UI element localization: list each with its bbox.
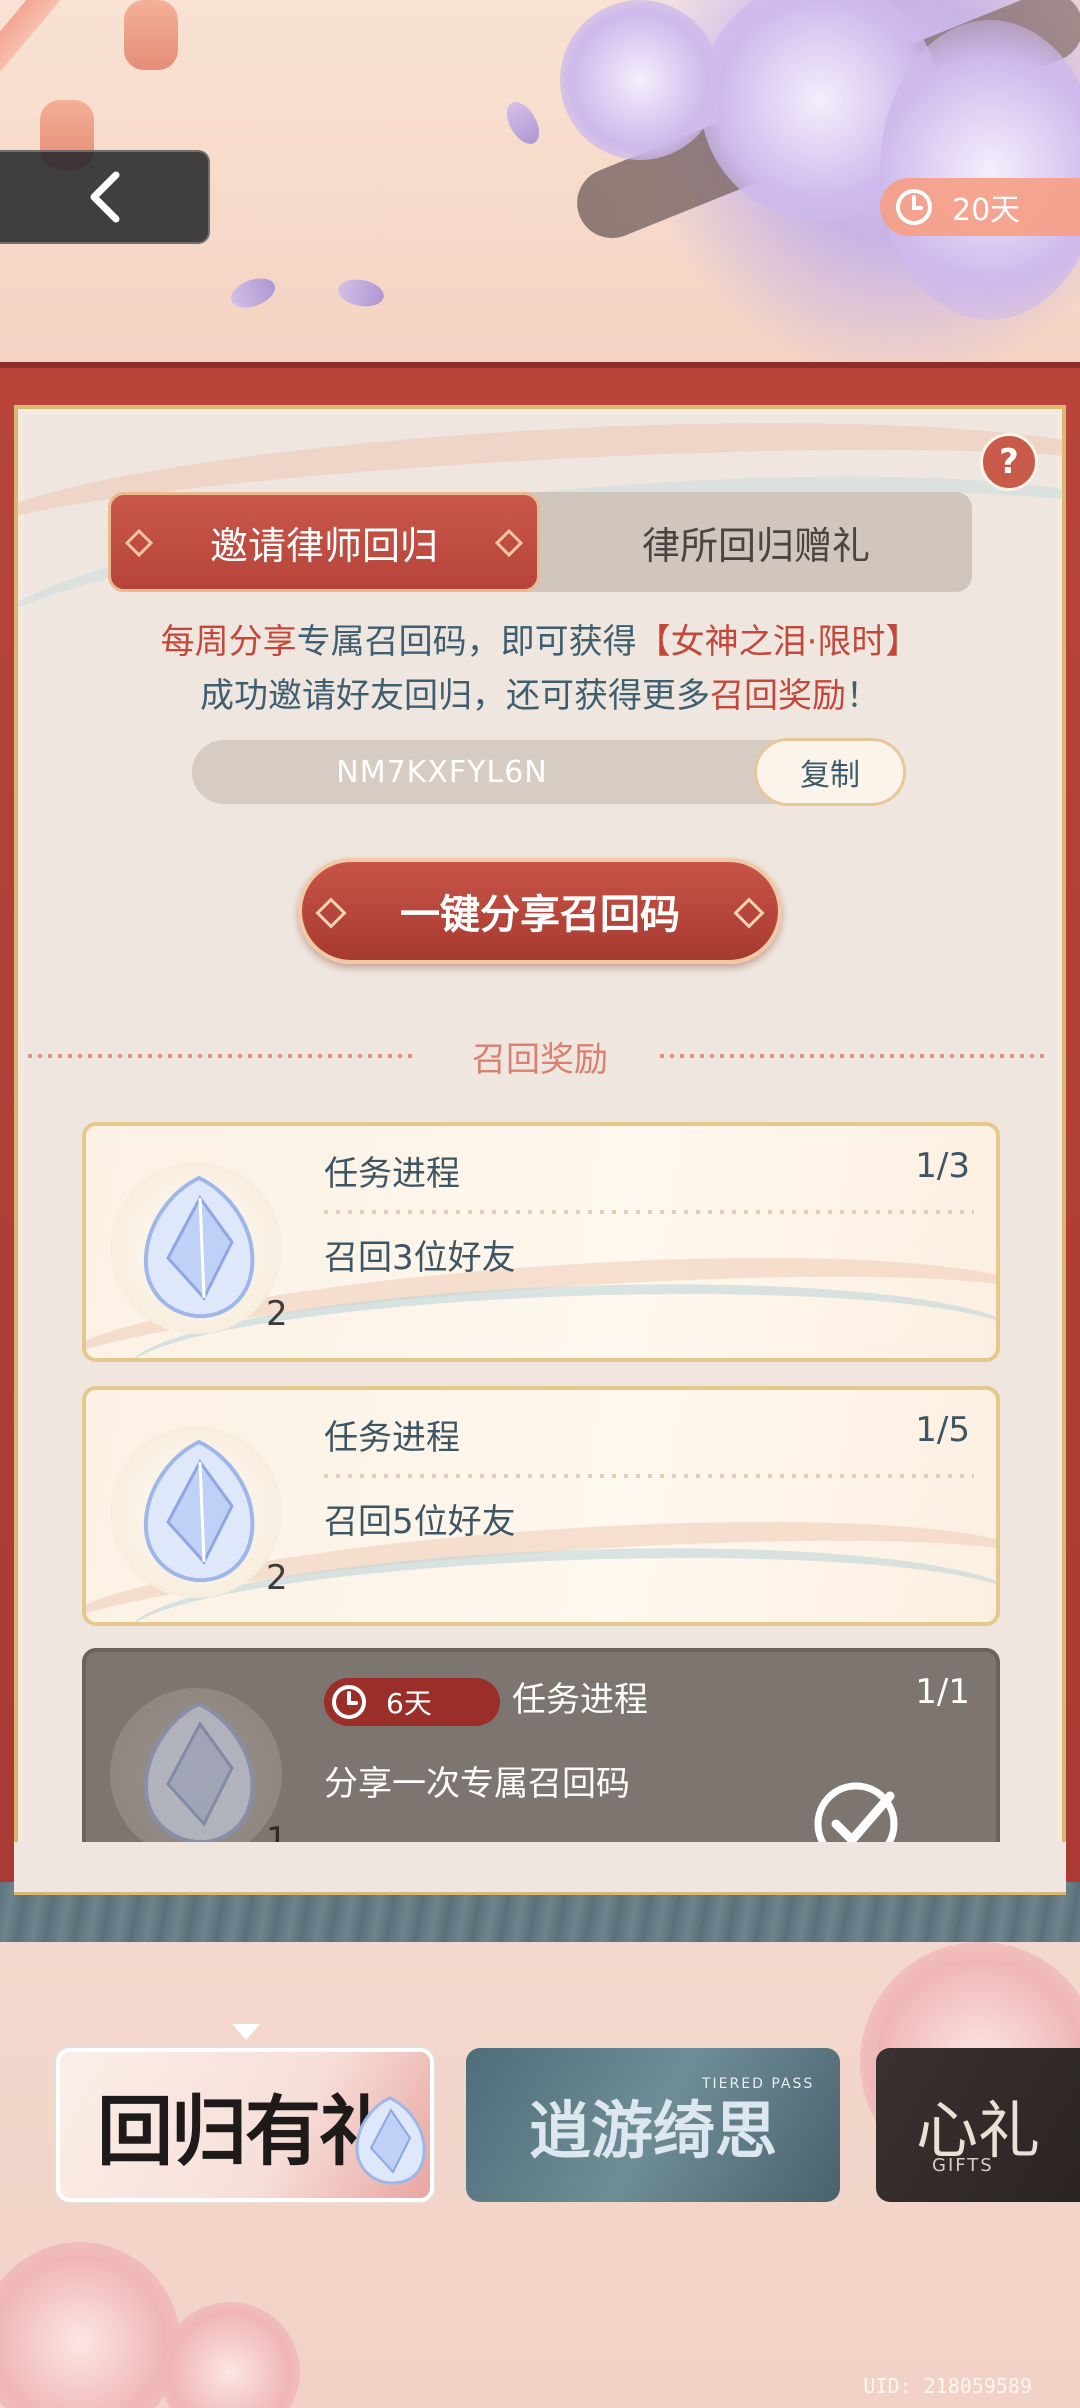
ornament-icon <box>124 528 154 558</box>
user-id-label: UID: 218059589 <box>863 2374 1032 2398</box>
divider <box>28 1054 418 1058</box>
goddess-tear-gem-icon <box>143 1701 255 1845</box>
banner-subtitle: GIFTS <box>932 2155 994 2176</box>
lantern-decoration <box>124 0 178 70</box>
share-recall-code-button[interactable]: 一键分享召回码 <box>298 858 782 964</box>
task-card: 2 任务进程 1/3 召回3位好友 <box>82 1122 1000 1362</box>
petal-decoration <box>500 96 546 150</box>
banner-return-gift[interactable]: 回归有礼 <box>56 2048 434 2202</box>
task-title: 任务进程 <box>324 1418 460 1458</box>
banner-subtitle: TIERED PASS <box>702 2076 815 2092</box>
share-button-label: 一键分享召回码 <box>400 892 680 938</box>
goddess-tear-gem-icon <box>355 2096 426 2185</box>
intro-highlight: 每周分享 <box>160 622 297 662</box>
intro-reward-name: 【女神之泪·限时】 <box>636 622 920 662</box>
intro-text: 专属召回码，即可获得 <box>296 622 637 662</box>
back-button[interactable] <box>0 150 210 244</box>
task-timer-label: 6天 <box>386 1687 432 1720</box>
tab-firm-return-gift-label: 律所回归赠礼 <box>641 523 870 568</box>
task-description: 召回5位好友 <box>324 1502 516 1542</box>
wisteria-decoration <box>560 0 720 160</box>
tab-invite-lawyer-label: 邀请律师回归 <box>209 523 438 568</box>
blossom-decoration <box>0 2242 180 2408</box>
event-timer: 20天 <box>880 178 1080 236</box>
blossom-decoration <box>160 2302 300 2408</box>
reward-count: 2 <box>266 1558 288 1598</box>
intro-line-2: 成功邀请好友回归，还可获得更多召回奖励！ <box>0 668 1080 717</box>
list-scroll-mask <box>14 1842 1066 1892</box>
tab-invite-lawyer[interactable]: 邀请律师回归 <box>108 492 540 592</box>
dotted-divider <box>324 1474 974 1478</box>
banner-tiered-pass[interactable]: TIERED PASS 逍游绮思 <box>466 2048 840 2202</box>
ornament-icon <box>494 528 524 558</box>
goddess-tear-gem-icon <box>143 1439 255 1583</box>
petal-decoration <box>226 272 280 314</box>
intro-text: ！ <box>846 676 880 716</box>
task-description: 分享一次专属召回码 <box>324 1764 630 1804</box>
clock-icon <box>896 189 932 225</box>
banner-gifts[interactable]: 心礼 GIFTS <box>876 2048 1080 2202</box>
dotted-divider <box>324 1210 974 1214</box>
task-progress: 1/3 <box>915 1146 970 1186</box>
chevron-left-icon <box>90 171 120 223</box>
tab-bar: 邀请律师回归 律所回归赠礼 <box>108 492 972 592</box>
ornament-icon <box>733 897 765 929</box>
intro-highlight: 召回奖励 <box>710 676 846 716</box>
goddess-tear-gem-icon <box>143 1175 255 1319</box>
recall-code-value: NM7KXFYL6N <box>336 754 548 790</box>
ornament-icon <box>315 897 347 929</box>
petal-decoration <box>336 276 386 310</box>
intro-text: 成功邀请好友回归，还可获得更多 <box>200 676 710 716</box>
intro-line-1: 每周分享专属召回码，即可获得【女神之泪·限时】 <box>0 614 1080 663</box>
divider <box>660 1054 1050 1058</box>
copy-button[interactable]: 复制 <box>754 738 906 806</box>
selected-indicator-icon <box>232 2024 260 2040</box>
reward-count: 2 <box>266 1294 288 1334</box>
task-description: 召回3位好友 <box>324 1238 516 1278</box>
wisteria-decoration <box>880 20 1080 320</box>
help-button[interactable]: ? <box>980 433 1038 491</box>
task-progress: 1/5 <box>915 1410 970 1450</box>
task-title: 任务进程 <box>324 1154 460 1194</box>
banner-title: 逍游绮思 <box>528 2094 777 2167</box>
task-title: 任务进程 <box>512 1680 648 1720</box>
task-timer: 6天 <box>324 1678 500 1726</box>
tab-firm-return-gift[interactable]: 律所回归赠礼 <box>540 492 972 592</box>
task-card: 2 任务进程 1/5 召回5位好友 <box>82 1386 1000 1626</box>
task-progress: 1/1 <box>915 1672 970 1712</box>
event-timer-label: 20天 <box>952 193 1021 228</box>
banner-title: 回归有礼 <box>97 2087 395 2176</box>
clock-icon <box>332 1685 366 1719</box>
section-title: 召回奖励 <box>472 1040 608 1080</box>
